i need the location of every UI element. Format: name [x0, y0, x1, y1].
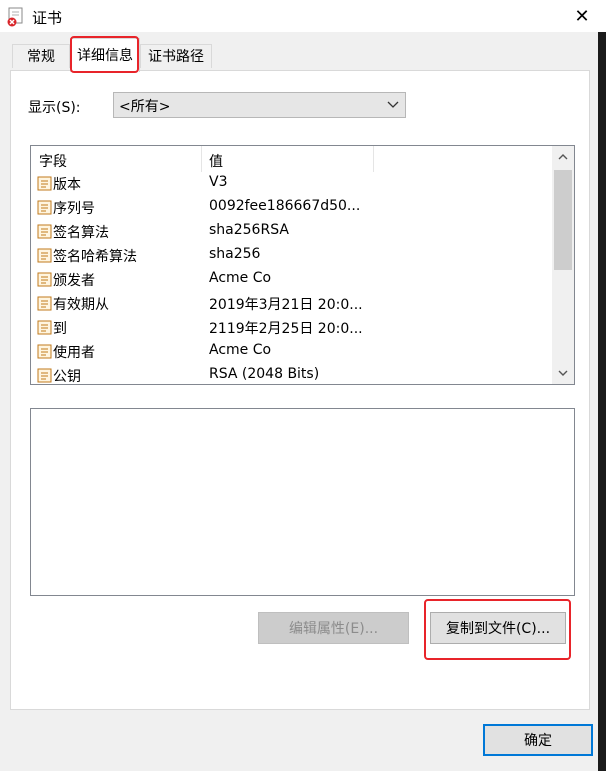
- tab-details[interactable]: 详细信息: [70, 38, 140, 72]
- list-item[interactable]: 签名算法 sha256RSA: [31, 220, 551, 244]
- field-icon: [37, 296, 52, 311]
- chevron-up-icon: [558, 154, 568, 160]
- field-icon: [37, 248, 52, 263]
- list-item[interactable]: 版本 V3: [31, 172, 551, 196]
- list-item[interactable]: 使用者 Acme Co: [31, 340, 551, 364]
- field-icon: [37, 368, 52, 383]
- scroll-down-button[interactable]: [552, 364, 574, 382]
- scroll-up-button[interactable]: [552, 148, 574, 166]
- column-separator[interactable]: [373, 146, 374, 172]
- column-value[interactable]: 值: [209, 151, 223, 171]
- chevron-down-icon: [387, 101, 399, 108]
- field-icon: [37, 176, 52, 191]
- column-separator[interactable]: [201, 146, 202, 172]
- tab-general[interactable]: 常规: [12, 44, 70, 68]
- field-icon: [37, 224, 52, 239]
- list-header: 字段 值: [31, 146, 551, 172]
- list-item[interactable]: 颁发者 Acme Co: [31, 268, 551, 292]
- title-bar: 证书 ✕: [0, 0, 606, 32]
- tab-certification-path[interactable]: 证书路径: [140, 44, 212, 68]
- copy-to-file-button[interactable]: 复制到文件(C)...: [430, 612, 566, 644]
- list-item[interactable]: 公钥 RSA (2048 Bits): [31, 364, 551, 384]
- list-item[interactable]: 序列号 0092fee186667d50...: [31, 196, 551, 220]
- field-icon: [37, 344, 52, 359]
- chevron-down-icon: [558, 370, 568, 376]
- scroll-thumb[interactable]: [554, 170, 572, 270]
- list-rows: 版本 V3 序列号 0092fee186667d50... 签名算法 sha25…: [31, 172, 551, 384]
- list-item[interactable]: 有效期从 2019年3月21日 20:0...: [31, 292, 551, 316]
- list-scrollbar[interactable]: [552, 146, 574, 384]
- window-title: 证书: [32, 9, 63, 27]
- background-edge: [598, 32, 606, 771]
- ok-button[interactable]: 确定: [483, 724, 593, 756]
- close-button[interactable]: ✕: [562, 0, 602, 32]
- show-select[interactable]: <所有>: [113, 92, 406, 118]
- column-field[interactable]: 字段: [39, 151, 67, 171]
- certificate-error-icon: [7, 7, 23, 27]
- fields-list[interactable]: 字段 值 版本 V3 序列号 0092fee186667d50... 签名算法 …: [30, 145, 575, 385]
- edit-properties-button[interactable]: 编辑属性(E)...: [258, 612, 409, 644]
- field-detail-box[interactable]: [30, 408, 575, 596]
- show-selected-value: <所有>: [119, 99, 171, 115]
- list-item[interactable]: 到 2119年2月25日 20:0...: [31, 316, 551, 340]
- field-icon: [37, 320, 52, 335]
- field-icon: [37, 200, 52, 215]
- list-item[interactable]: 签名哈希算法 sha256: [31, 244, 551, 268]
- close-icon: ✕: [574, 5, 590, 27]
- show-label: 显示(S):: [28, 100, 81, 116]
- field-icon: [37, 272, 52, 287]
